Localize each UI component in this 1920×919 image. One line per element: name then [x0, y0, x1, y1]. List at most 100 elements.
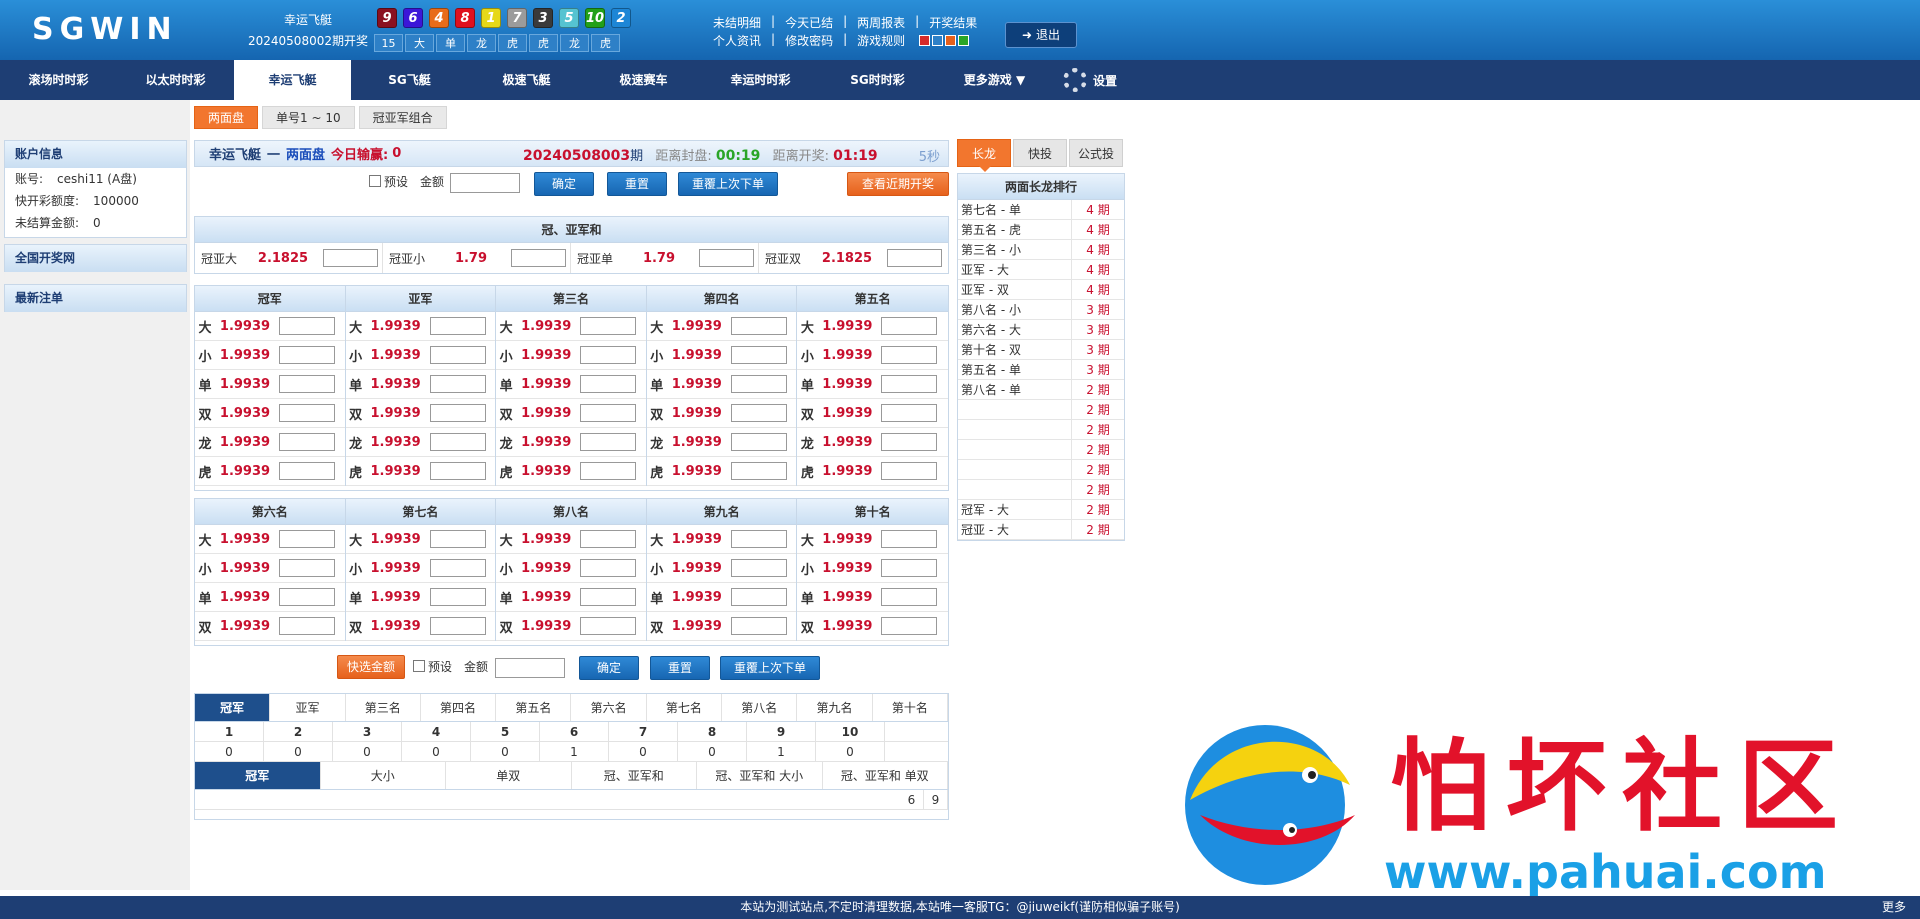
repeat-last-button[interactable]: 重覆上次下单 — [678, 172, 778, 196]
stats-tab[interactable]: 第十名 — [873, 694, 948, 721]
confirm-button-2[interactable]: 确定 — [579, 656, 639, 680]
stats-tab-2[interactable]: 冠军 — [195, 762, 321, 789]
repeat-last-button-2[interactable]: 重覆上次下单 — [720, 656, 820, 680]
bet-amount-input[interactable] — [730, 346, 787, 364]
bet-amount-input[interactable] — [429, 530, 486, 548]
stats-tab-2[interactable]: 单双 — [446, 762, 572, 789]
stats-tab[interactable]: 亚军 — [270, 694, 346, 721]
bet-amount-input[interactable] — [881, 559, 938, 577]
reset-button-2[interactable]: 重置 — [650, 656, 710, 680]
bet-amount-input[interactable] — [881, 433, 938, 451]
bet-amount-input[interactable] — [279, 530, 335, 548]
bet-amount-input[interactable] — [279, 588, 335, 606]
bet-amount-input[interactable] — [580, 530, 637, 548]
play-subtab[interactable]: 冠亚军组合 — [358, 106, 447, 129]
recent-draws-button[interactable]: 查看近期开奖 — [847, 172, 949, 196]
nav-tab[interactable]: 极速飞艇 — [468, 60, 585, 100]
bet-amount-input[interactable] — [580, 462, 637, 480]
amount-input[interactable] — [450, 173, 520, 193]
bet-amount-input[interactable] — [580, 375, 637, 393]
bet-amount-input[interactable] — [429, 375, 486, 393]
bet-amount-input[interactable] — [730, 559, 787, 577]
nav-tab[interactable]: 幸运时时彩 — [702, 60, 819, 100]
nav-tab[interactable]: 幸运飞艇 — [234, 60, 351, 100]
bet-amount-input[interactable] — [279, 462, 335, 480]
bet-amount-input[interactable] — [730, 375, 787, 393]
bet-amount-input[interactable] — [580, 617, 637, 635]
amount-input-2[interactable] — [495, 658, 565, 678]
bet-amount-input[interactable] — [580, 433, 637, 451]
bet-amount-input[interactable] — [279, 617, 335, 635]
reset-button[interactable]: 重置 — [607, 172, 667, 196]
settings-button[interactable]: 设置 — [1053, 60, 1117, 100]
bet-amount-input[interactable] — [580, 588, 637, 606]
play-subtab[interactable]: 单号1 ~ 10 — [262, 106, 355, 129]
nav-tab[interactable]: 以太时时彩 — [117, 60, 234, 100]
stats-tab[interactable]: 第三名 — [346, 694, 421, 721]
nav-tab[interactable]: SG时时彩 — [819, 60, 936, 100]
preset-checkbox-2[interactable] — [413, 660, 425, 672]
bet-amount-input[interactable] — [279, 559, 335, 577]
nav-tab[interactable]: 滚场时时彩 — [0, 60, 117, 100]
top-link-links-row1[interactable]: 今天已结 — [785, 14, 833, 31]
stats-tab[interactable]: 第四名 — [421, 694, 497, 721]
top-link-links-row1[interactable]: 未结明细 — [713, 14, 761, 31]
top-link-links-row2[interactable]: 游戏规则 — [857, 32, 905, 49]
bet-amount-input[interactable] — [881, 346, 938, 364]
theme-swatch[interactable] — [919, 35, 931, 46]
bet-amount-input[interactable] — [730, 530, 787, 548]
bet-amount-input[interactable] — [881, 462, 938, 480]
top-link-links-row1[interactable]: 两周报表 — [857, 14, 905, 31]
theme-swatch[interactable] — [945, 35, 957, 46]
bet-amount-input[interactable] — [429, 617, 486, 635]
bet-amount-input[interactable] — [881, 404, 938, 422]
confirm-button[interactable]: 确定 — [534, 172, 594, 196]
bet-amount-input[interactable] — [881, 317, 938, 335]
bet-amount-input[interactable] — [730, 617, 787, 635]
bet-amount-input[interactable] — [730, 433, 787, 451]
top-link-links-row1[interactable]: 开奖结果 — [929, 14, 977, 31]
nav-tab[interactable]: SG飞艇 — [351, 60, 468, 100]
bet-amount-input[interactable] — [429, 559, 486, 577]
bet-amount-input[interactable] — [881, 375, 938, 393]
bet-amount-input[interactable] — [279, 317, 335, 335]
footer-more-link[interactable]: 更多 — [1882, 896, 1906, 919]
bet-amount-input[interactable] — [279, 346, 335, 364]
stats-tab-2[interactable]: 冠、亚军和 大小 — [697, 762, 823, 789]
bet-amount-input[interactable] — [580, 346, 637, 364]
stats-tab[interactable]: 第七名 — [647, 694, 723, 721]
sum-bet-input[interactable] — [887, 249, 942, 267]
sum-bet-input[interactable] — [511, 249, 566, 267]
sum-bet-input[interactable] — [323, 249, 378, 267]
stats-tab-2[interactable]: 冠、亚军和 — [572, 762, 697, 789]
refresh-timer[interactable]: 5秒 — [919, 146, 940, 165]
stats-tab-2[interactable]: 冠、亚军和 单双 — [823, 762, 948, 789]
bet-amount-input[interactable] — [429, 462, 486, 480]
stats-tab[interactable]: 第八名 — [722, 694, 798, 721]
bet-amount-input[interactable] — [881, 530, 938, 548]
quick-amount-button[interactable]: 快选金额 — [337, 655, 405, 679]
right-tab[interactable]: 公式投 — [1069, 139, 1123, 167]
bet-amount-input[interactable] — [730, 588, 787, 606]
play-subtab[interactable]: 两面盘 — [194, 106, 259, 129]
bet-amount-input[interactable] — [279, 433, 335, 451]
stats-tab-2[interactable]: 大小 — [321, 762, 446, 789]
stats-tab[interactable]: 第六名 — [571, 694, 647, 721]
bet-amount-input[interactable] — [881, 588, 938, 606]
bet-amount-input[interactable] — [429, 317, 486, 335]
top-link-links-row2[interactable]: 个人资讯 — [713, 32, 761, 49]
bet-amount-input[interactable] — [429, 404, 486, 422]
stats-tab[interactable]: 第九名 — [797, 694, 873, 721]
theme-swatch[interactable] — [932, 35, 944, 46]
top-link-links-row2[interactable]: 修改密码 — [785, 32, 833, 49]
bet-amount-input[interactable] — [279, 375, 335, 393]
bet-amount-input[interactable] — [580, 404, 637, 422]
logout-button[interactable]: ➜ 退出 — [1005, 22, 1077, 48]
sum-bet-input[interactable] — [699, 249, 754, 267]
preset-checkbox[interactable] — [369, 175, 381, 187]
right-tab[interactable]: 快投 — [1013, 139, 1067, 167]
latest-bets-link[interactable]: 最新注单 — [4, 284, 187, 312]
bet-amount-input[interactable] — [881, 617, 938, 635]
bet-amount-input[interactable] — [580, 317, 637, 335]
bet-amount-input[interactable] — [730, 404, 787, 422]
